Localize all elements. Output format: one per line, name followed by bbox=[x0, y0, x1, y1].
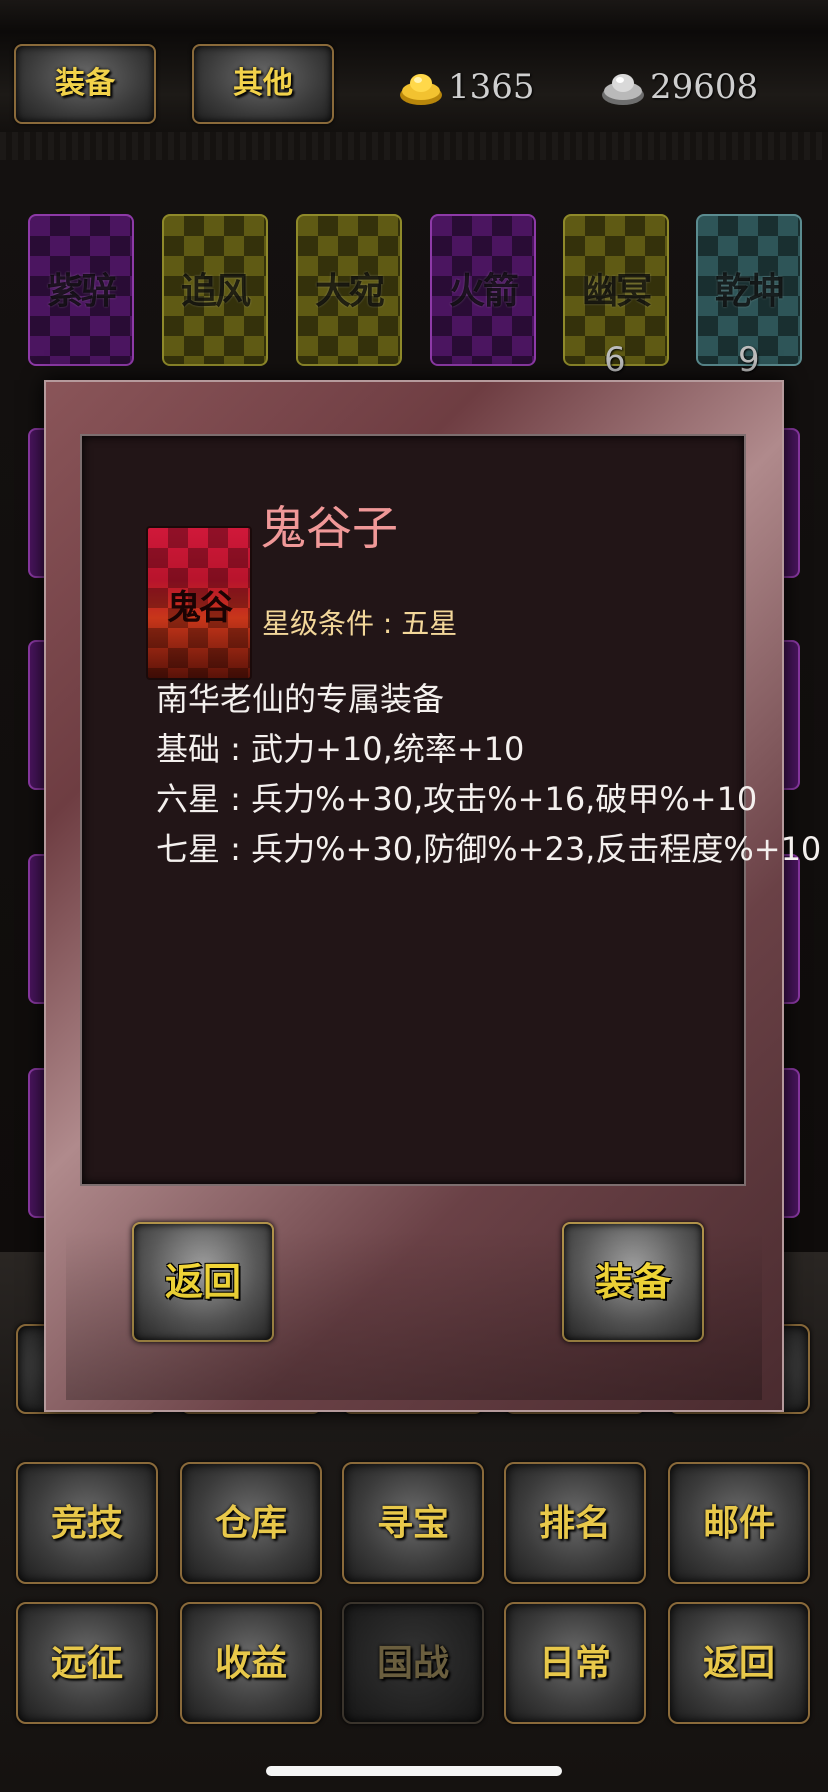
national-war-button[interactable]: 国战 bbox=[342, 1602, 484, 1724]
mount-card-0[interactable]: 紫骍 bbox=[28, 214, 134, 366]
back-button[interactable]: 返回 bbox=[132, 1222, 274, 1342]
star-condition: 星级条件 : 五星 bbox=[262, 607, 458, 640]
gold-currency: 1365 bbox=[398, 62, 535, 112]
top-bar: 装备 其他 1365 29608 bbox=[0, 0, 828, 160]
item-name: 鬼谷子 bbox=[260, 501, 398, 555]
tab-equip-button[interactable]: 装备 bbox=[14, 44, 156, 124]
gold-amount: 1365 bbox=[448, 67, 535, 107]
income-button[interactable]: 收益 bbox=[180, 1602, 322, 1724]
mount-card-2[interactable]: 大宛 bbox=[296, 214, 402, 366]
tab-other-button[interactable]: 其他 bbox=[192, 44, 334, 124]
mount-name: 乾坤 bbox=[714, 270, 785, 312]
item-icon: 鬼谷 bbox=[146, 526, 252, 680]
seven-star-stats: 七星 : 兵力%+30,防御%+23,反击程度%+10 bbox=[156, 830, 822, 868]
warehouse-button[interactable]: 仓库 bbox=[180, 1462, 322, 1584]
six-star-stats: 六星 : 兵力%+30,攻击%+16,破甲%+10 bbox=[156, 780, 758, 818]
item-detail-modal: 鬼谷 返回 装备 bbox=[44, 380, 784, 1412]
treasure-hunt-button[interactable]: 寻宝 bbox=[342, 1462, 484, 1584]
mail-button[interactable]: 邮件 bbox=[668, 1462, 810, 1584]
silver-amount: 29608 bbox=[650, 67, 759, 107]
daily-button[interactable]: 日常 bbox=[504, 1602, 646, 1724]
mount-count: 9 bbox=[738, 340, 760, 380]
item-description: 南华老仙的专属装备 bbox=[156, 680, 445, 718]
mount-name: 幽冥 bbox=[581, 270, 652, 312]
home-indicator[interactable] bbox=[266, 1766, 562, 1776]
item-icon-label: 鬼谷 bbox=[167, 588, 233, 628]
menu-back-button[interactable]: 返回 bbox=[668, 1602, 810, 1724]
mount-name: 大宛 bbox=[314, 270, 385, 312]
base-stats: 基础 : 武力+10,统率+10 bbox=[156, 730, 525, 768]
mount-card-3[interactable]: 火箭 bbox=[430, 214, 536, 366]
gold-ingot-icon bbox=[400, 74, 442, 105]
mount-name: 火箭 bbox=[448, 270, 519, 312]
mount-count: 6 bbox=[604, 340, 626, 380]
ranking-button[interactable]: 排名 bbox=[504, 1462, 646, 1584]
topbar-divider bbox=[0, 132, 828, 160]
expedition-button[interactable]: 远征 bbox=[16, 1602, 158, 1724]
mount-name: 追风 bbox=[180, 270, 251, 312]
silver-ingot-icon bbox=[602, 74, 644, 105]
arena-button[interactable]: 竞技 bbox=[16, 1462, 158, 1584]
silver-currency: 29608 bbox=[600, 62, 758, 112]
mount-card-1[interactable]: 追风 bbox=[162, 214, 268, 366]
mount-name: 紫骍 bbox=[46, 270, 117, 312]
equip-button[interactable]: 装备 bbox=[562, 1222, 704, 1342]
